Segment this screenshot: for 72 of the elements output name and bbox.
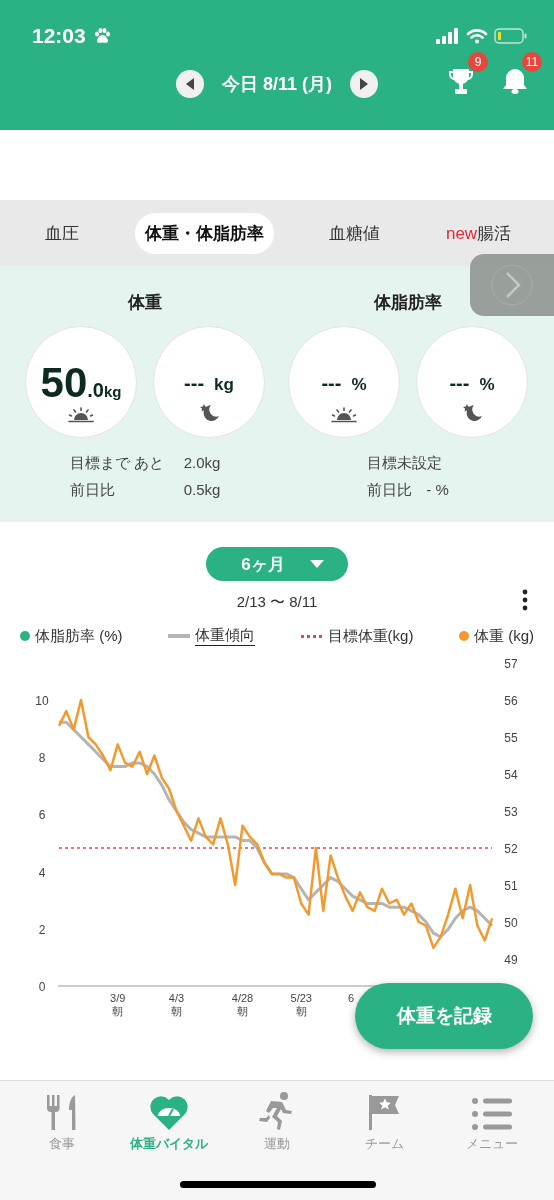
- axis-tick-label: 52: [504, 842, 518, 856]
- axis-tick-label: 朝: [170, 1005, 182, 1017]
- reading-value: --- %: [321, 371, 367, 395]
- axis-tick-label: 3/9: [110, 992, 126, 1004]
- axis-tick-label: 4: [38, 865, 46, 880]
- battery-icon: [494, 28, 528, 44]
- axis-tick-label: 57: [504, 657, 518, 671]
- moon-star-icon: [198, 403, 220, 423]
- legend-item[interactable]: 体重傾向: [168, 626, 256, 646]
- axis-tick-label: 8: [38, 751, 46, 766]
- axis-tick-label: 50: [504, 916, 518, 930]
- category-tab[interactable]: 血糖値: [319, 212, 391, 254]
- category-tab[interactable]: 体重・体脂肪率: [134, 212, 274, 254]
- info-label: 前日比: [367, 481, 413, 500]
- next-day-button[interactable]: [350, 70, 378, 98]
- info-value: 0.5kg: [183, 481, 221, 500]
- legend-item[interactable]: 体重 (kg): [459, 626, 534, 646]
- category-tab[interactable]: new腸活: [435, 212, 522, 254]
- axis-tick-label: 51: [504, 879, 518, 893]
- caret-down-icon: [308, 559, 325, 569]
- legend-item[interactable]: 体脂肪率 (%): [20, 626, 123, 646]
- metric-title: 体脂肪率: [374, 292, 442, 314]
- trophy-icon[interactable]: [446, 66, 476, 96]
- date-label: 今日 8/11 (月): [222, 73, 332, 96]
- reading-value: --- %: [449, 371, 495, 395]
- sunrise-icon: [67, 407, 95, 423]
- bell-icon[interactable]: [500, 66, 530, 96]
- axis-tick-label: 6: [347, 992, 354, 1004]
- reading-circle[interactable]: --- %: [288, 326, 400, 438]
- left-triangle-icon: [184, 77, 196, 91]
- reading-circle[interactable]: --- kg: [153, 326, 265, 438]
- info-value: - %: [426, 481, 449, 500]
- heart-scale-icon: [149, 1095, 190, 1131]
- sunrise-icon: [330, 407, 358, 423]
- legend-item[interactable]: 目標体重(kg): [300, 626, 414, 646]
- axis-tick-label: 56: [504, 694, 518, 708]
- count-badge: 11: [522, 52, 542, 72]
- chevron-right-icon: [490, 263, 534, 307]
- axis-tick-label: 6: [38, 808, 46, 823]
- axis-tick-label: 55: [504, 731, 518, 745]
- right-triangle-icon: [358, 77, 370, 91]
- info-value: 2.0kg: [183, 454, 221, 473]
- count-badge: 9: [468, 52, 488, 72]
- axis-tick-label: 4/28: [231, 992, 254, 1004]
- axis-tick-label: 54: [504, 768, 518, 782]
- status-time: 12:03: [32, 24, 86, 48]
- axis-tick-label: 49: [504, 953, 518, 967]
- axis-tick-label: 4/3: [168, 992, 185, 1004]
- date-range: 2/13 〜 8/11: [236, 593, 318, 612]
- more-options-icon[interactable]: [522, 589, 528, 611]
- reading-value: 50.0kg: [40, 359, 122, 407]
- axis-tick-label: 5/23: [290, 992, 312, 1004]
- info-label: 目標まで あと: [69, 454, 165, 473]
- axis-tick-label: 朝: [112, 1005, 124, 1017]
- metric-title: 体重: [128, 292, 162, 314]
- reading-circle[interactable]: --- %: [416, 326, 528, 438]
- axis-tick-label: 0: [38, 980, 46, 994]
- signal-icon: [436, 28, 460, 44]
- menu-icon: [471, 1097, 514, 1131]
- wifi-icon: [466, 28, 488, 44]
- axis-tick-label: 2: [38, 922, 46, 937]
- previous-day-button[interactable]: [176, 70, 204, 98]
- category-tab[interactable]: 血圧: [34, 212, 89, 254]
- reading-value: --- kg: [184, 371, 234, 395]
- axis-tick-label: 朝: [237, 1005, 248, 1017]
- moon-star-icon: [461, 403, 483, 423]
- info-label: 前日比: [69, 481, 116, 500]
- axis-tick-label: 朝: [295, 1005, 307, 1017]
- reading-circle[interactable]: 50.0kg: [25, 326, 137, 438]
- axis-tick-label: 53: [504, 805, 518, 819]
- info-label: 目標未設定: [367, 454, 443, 473]
- axis-tick-label: 10: [35, 694, 49, 708]
